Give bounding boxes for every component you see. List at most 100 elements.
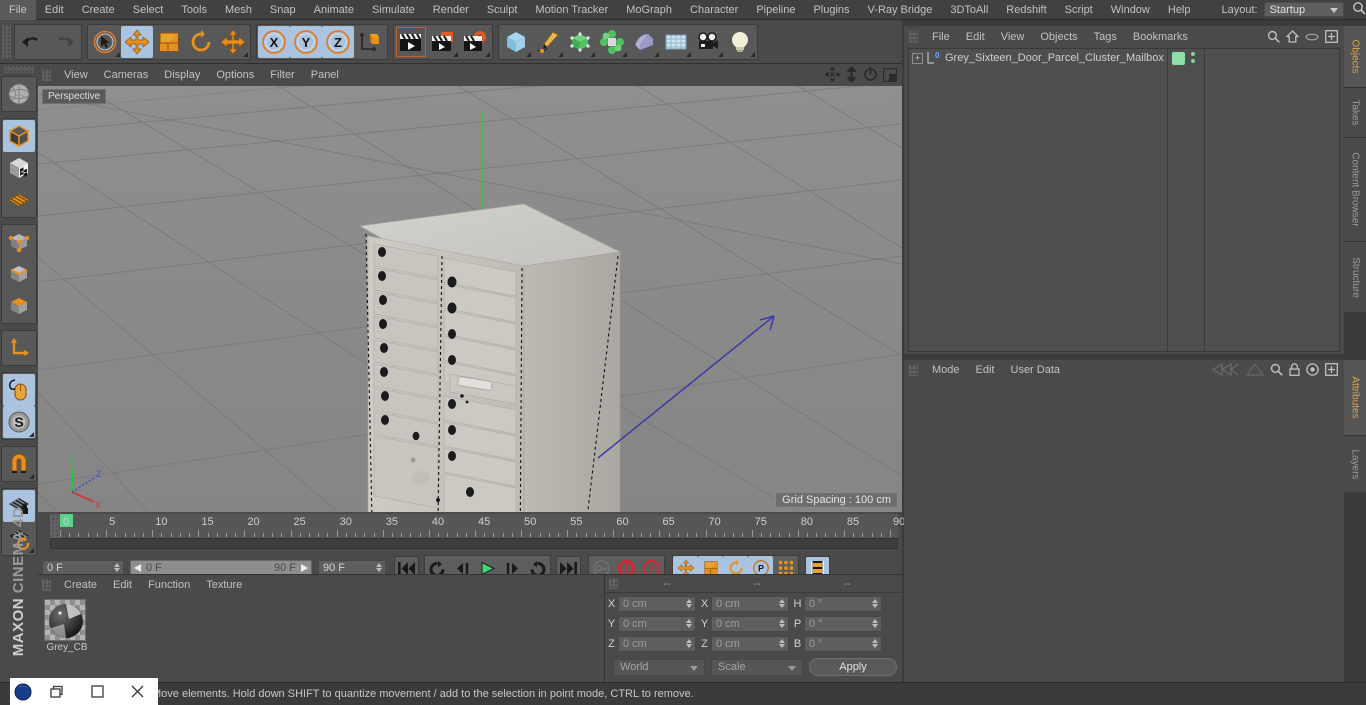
enable-snapping-button[interactable] — [3, 374, 35, 406]
rotation-p-field[interactable]: 0 ° — [804, 615, 882, 632]
world-coordinates-button[interactable] — [354, 26, 386, 58]
viewport-menu-view[interactable]: View — [56, 64, 96, 86]
tab-layers[interactable]: Layers — [1344, 436, 1366, 492]
render-region-button[interactable] — [427, 26, 459, 58]
add-cube-button[interactable] — [500, 26, 532, 58]
range-right-arrow-icon[interactable] — [300, 564, 308, 572]
object-menu-view[interactable]: View — [993, 31, 1033, 43]
history-forward-icon[interactable] — [1246, 363, 1264, 376]
toolbar-grip[interactable] — [2, 24, 11, 59]
maximize-icon[interactable] — [883, 67, 897, 82]
stepper-icon[interactable] — [872, 618, 878, 628]
object-menu-objects[interactable]: Objects — [1032, 31, 1085, 43]
menu-animate[interactable]: Animate — [305, 0, 363, 20]
attribute-menu-edit[interactable]: Edit — [968, 364, 1003, 376]
tab-content-browser[interactable]: Content Browser — [1344, 138, 1366, 242]
coordinate-manager-grip[interactable] — [609, 578, 618, 589]
object-manager-grip[interactable] — [909, 31, 918, 43]
attribute-manager-grip[interactable] — [909, 364, 918, 376]
edge-mode-button[interactable] — [3, 258, 35, 290]
lock-icon[interactable] — [1289, 363, 1300, 376]
menu-3dtoall[interactable]: 3DToAll — [941, 0, 997, 20]
polygon-mode-button[interactable] — [3, 290, 35, 322]
stepper-icon[interactable] — [376, 562, 382, 572]
object-menu-file[interactable]: File — [924, 31, 958, 43]
stepper-icon[interactable] — [114, 562, 120, 572]
live-selection-button[interactable] — [89, 26, 121, 58]
viewport-menu-panel[interactable]: Panel — [303, 64, 347, 86]
drag-tool-button[interactable] — [217, 26, 249, 58]
search-icon[interactable] — [1267, 30, 1280, 43]
stepper-icon[interactable] — [779, 598, 785, 608]
menu-vray-bridge[interactable]: V-Ray Bridge — [859, 0, 942, 20]
position-x-field[interactable]: 0 cm — [618, 595, 696, 612]
viewport-3d[interactable]: Perspective Grid Spacing : 100 cm Y X Z — [38, 86, 902, 512]
size-z-field[interactable]: 0 cm — [711, 635, 789, 652]
timeline-ruler[interactable]: 0 5 10 15 20 25 30 35 40 45 50 55 60 65 70 75 80 85 90 — [50, 514, 905, 538]
material-menu-create[interactable]: Create — [56, 579, 105, 591]
rotation-b-field[interactable]: 0 ° — [804, 635, 882, 652]
point-mode-button[interactable] — [3, 226, 35, 258]
object-menu-edit[interactable]: Edit — [958, 31, 993, 43]
add-mograph-button[interactable] — [596, 26, 628, 58]
range-left-arrow-icon[interactable] — [134, 564, 142, 572]
target-icon[interactable] — [1306, 363, 1319, 376]
scale-tool-button[interactable] — [153, 26, 185, 58]
stepper-icon[interactable] — [686, 618, 692, 628]
apply-button[interactable]: Apply — [809, 658, 897, 676]
zoom-icon[interactable] — [845, 67, 858, 82]
menu-snap[interactable]: Snap — [261, 0, 305, 20]
ellipse-icon[interactable] — [1305, 32, 1319, 42]
menu-help[interactable]: Help — [1159, 0, 1200, 20]
lock-x-axis-button[interactable]: X — [258, 25, 290, 58]
object-menu-bookmarks[interactable]: Bookmarks — [1125, 31, 1196, 43]
expand-toggle-icon[interactable]: + — [912, 52, 923, 64]
undo-button[interactable] — [16, 26, 48, 58]
menu-character[interactable]: Character — [681, 0, 747, 20]
workplane-mode-button[interactable] — [3, 184, 35, 216]
menu-file[interactable]: File — [0, 0, 36, 20]
add-light-button[interactable] — [724, 26, 756, 58]
material-preview-thumbnail[interactable] — [44, 599, 86, 641]
search-icon[interactable] — [1352, 1, 1366, 18]
c4d-app-icon[interactable] — [10, 683, 36, 701]
magnet-tool-button[interactable] — [3, 448, 35, 480]
viewport-menu-cameras[interactable]: Cameras — [96, 64, 157, 86]
add-panel-icon[interactable] — [1325, 30, 1338, 43]
add-generator-button[interactable] — [564, 26, 596, 58]
stepper-icon[interactable] — [686, 638, 692, 648]
stepper-icon[interactable] — [872, 638, 878, 648]
material-item[interactable]: Grey_CB — [44, 599, 90, 653]
object-tree[interactable]: + 0 Grey_Sixteen_Door_Parcel_Cluster_Mai… — [908, 48, 1340, 352]
menu-tools[interactable]: Tools — [172, 0, 216, 20]
timeline-track[interactable] — [50, 538, 898, 549]
size-y-field[interactable]: 0 cm — [711, 615, 789, 632]
material-menu-texture[interactable]: Texture — [198, 579, 250, 591]
menu-window[interactable]: Window — [1102, 0, 1159, 20]
object-tag-swatch[interactable] — [1172, 52, 1185, 65]
soft-selection-button[interactable]: S — [3, 406, 35, 438]
viewport-grip[interactable] — [42, 69, 51, 81]
attribute-content-area[interactable] — [908, 380, 1340, 680]
add-camera-button[interactable] — [692, 26, 724, 58]
material-menu-edit[interactable]: Edit — [105, 579, 140, 591]
move-tool-button[interactable] — [121, 25, 153, 58]
attribute-menu-user-data[interactable]: User Data — [1003, 364, 1069, 376]
rotate-tool-button[interactable] — [185, 26, 217, 58]
add-deformer-button[interactable] — [628, 26, 660, 58]
viewport-menu-filter[interactable]: Filter — [262, 64, 302, 86]
rotation-h-field[interactable]: 0 ° — [804, 595, 882, 612]
tab-structure[interactable]: Structure — [1344, 242, 1366, 312]
home-icon[interactable] — [1286, 30, 1299, 43]
tab-objects[interactable]: Objects — [1344, 26, 1366, 88]
rotate-icon[interactable] — [863, 67, 878, 82]
add-panel-icon[interactable] — [1325, 363, 1338, 376]
stepper-icon[interactable] — [779, 638, 785, 648]
lock-z-axis-button[interactable]: Z — [322, 25, 354, 58]
render-settings-button[interactable] — [459, 26, 491, 58]
menu-motion-tracker[interactable]: Motion Tracker — [526, 0, 617, 20]
viewport-menu-options[interactable]: Options — [208, 64, 262, 86]
history-back-icon[interactable] — [1212, 363, 1240, 376]
left-toolbar-grip[interactable] — [4, 66, 34, 73]
add-environment-button[interactable] — [660, 26, 692, 58]
